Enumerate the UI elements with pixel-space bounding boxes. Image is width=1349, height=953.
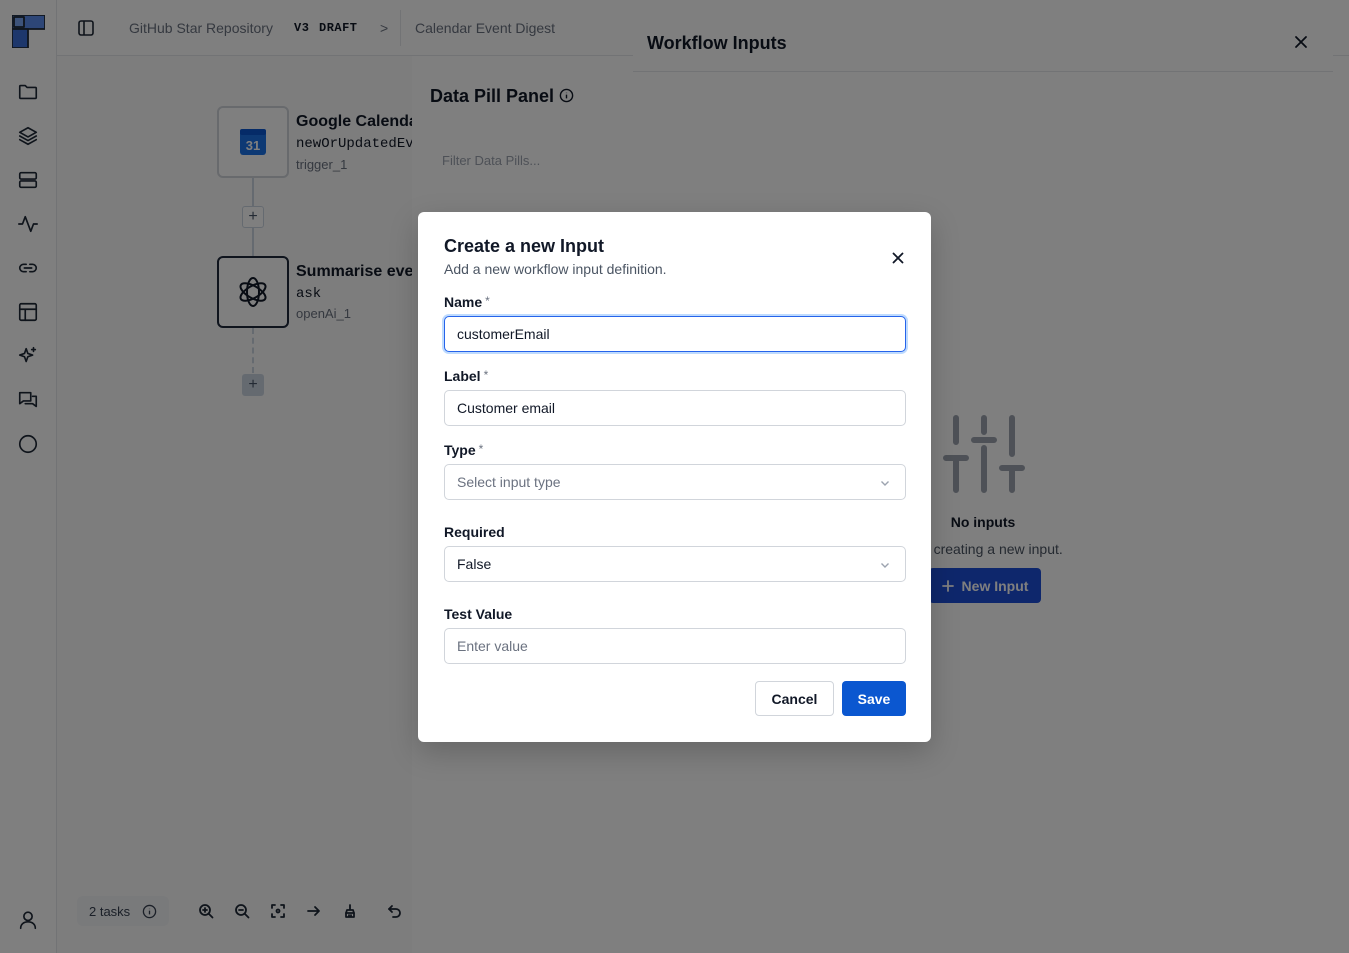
- save-button[interactable]: Save: [842, 681, 906, 716]
- chevron-down-icon: [881, 563, 889, 568]
- dialog-title: Create a new Input: [444, 236, 605, 256]
- type-select-placeholder: Select input type: [457, 474, 561, 490]
- dialog-description: Add a new workflow input definition.: [444, 261, 667, 277]
- label-label: Label *: [444, 368, 489, 384]
- chevron-down-icon: [881, 481, 889, 486]
- name-input[interactable]: customerEmail: [444, 316, 906, 352]
- cancel-button[interactable]: Cancel: [755, 681, 834, 716]
- test-value-label: Test Value: [444, 606, 513, 622]
- type-label: Type *: [444, 442, 484, 458]
- required-label: Required: [444, 524, 505, 540]
- required-select-value: False: [457, 556, 492, 572]
- type-select[interactable]: Select input type: [444, 464, 906, 500]
- required-select[interactable]: False: [444, 546, 906, 582]
- test-value-input[interactable]: Enter value: [444, 628, 906, 664]
- name-label: Name *: [444, 294, 490, 310]
- create-input-dialog: Create a new Input Add a new workflow in…: [418, 212, 931, 742]
- label-input[interactable]: Customer email: [444, 390, 906, 426]
- close-icon[interactable]: [889, 249, 907, 267]
